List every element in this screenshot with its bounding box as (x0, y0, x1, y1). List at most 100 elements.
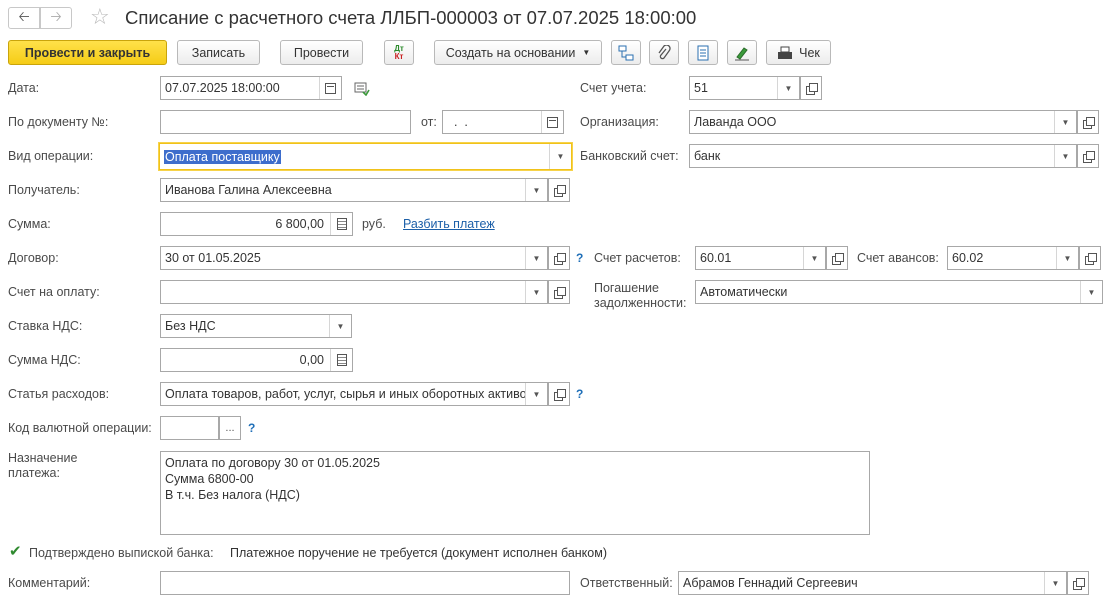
from-date-value: . . (447, 115, 468, 129)
open-icon (805, 82, 818, 95)
chevron-down-icon[interactable]: ▼ (1054, 145, 1076, 167)
operation-type-select[interactable]: Оплата поставщику ▼ (159, 143, 572, 170)
page-title: Списание с расчетного счета ЛЛБП-000003 … (125, 7, 697, 28)
repayment-value: Автоматически (700, 285, 788, 299)
back-button[interactable]: 🡠 (8, 7, 40, 29)
chevron-down-icon[interactable]: ▼ (549, 144, 571, 169)
help-icon[interactable]: ? (248, 421, 255, 435)
calculator-icon[interactable] (330, 213, 352, 235)
open-icon (553, 286, 566, 299)
fx-code-choose-button[interactable]: ... (219, 416, 241, 440)
chevron-down-icon[interactable]: ▼ (525, 179, 547, 201)
date-label: Дата: (8, 81, 40, 95)
vat-sum-label: Сумма НДС: (8, 353, 81, 367)
operation-label: Вид операции: (8, 149, 94, 163)
open-responsible-button[interactable] (1067, 571, 1089, 595)
vat-rate-select[interactable]: Без НДС ▼ (160, 314, 352, 338)
account-field[interactable]: 51 ▼ (689, 76, 800, 100)
advance-account-field[interactable]: 60.02 ▼ (947, 246, 1079, 270)
from-date-field[interactable]: . . (442, 110, 564, 134)
recipient-field[interactable]: Иванова Галина Алексеевна ▼ (160, 178, 548, 202)
settlement-account-field[interactable]: 60.01 ▼ (695, 246, 826, 270)
open-icon (553, 252, 566, 265)
split-payment-link[interactable]: Разбить платеж (403, 217, 495, 231)
open-contract-button[interactable] (548, 246, 570, 270)
document-list-icon (697, 45, 709, 60)
sum-value: 6 800,00 (275, 217, 324, 231)
cash-register-icon (778, 46, 793, 59)
chevron-down-icon[interactable]: ▼ (329, 315, 351, 337)
chevron-down-icon[interactable]: ▼ (1044, 572, 1066, 594)
chevron-down-icon[interactable]: ▼ (777, 77, 799, 99)
attach-button[interactable] (649, 40, 679, 65)
dt-kt-button[interactable]: Дт Кт (384, 40, 414, 65)
chevron-down-icon[interactable]: ▼ (803, 247, 825, 269)
open-organization-button[interactable] (1077, 110, 1099, 134)
open-bank-account-button[interactable] (1077, 144, 1099, 168)
calendar-icon[interactable] (541, 111, 563, 133)
recipient-value: Иванова Галина Алексеевна (165, 183, 332, 197)
sum-label: Сумма: (8, 217, 51, 231)
help-icon[interactable]: ? (576, 387, 583, 401)
calculator-icon[interactable] (330, 349, 352, 371)
docnum-field[interactable] (160, 110, 411, 134)
chevron-down-icon[interactable]: ▼ (1056, 247, 1078, 269)
edit-button[interactable] (727, 40, 757, 65)
structure-icon-button[interactable] (611, 40, 641, 65)
sum-field[interactable]: 6 800,00 (160, 212, 353, 236)
contract-label: Договор: (8, 251, 59, 265)
open-recipient-button[interactable] (548, 178, 570, 202)
responsible-field[interactable]: Абрамов Геннадий Сергеевич ▼ (678, 571, 1067, 595)
account-value: 51 (694, 81, 708, 95)
open-advance-button[interactable] (1079, 246, 1101, 270)
expense-item-field[interactable]: Оплата товаров, работ, услуг, сырья и ин… (160, 382, 548, 406)
vat-rate-label: Ставка НДС: (8, 319, 83, 333)
comment-field[interactable] (160, 571, 570, 595)
open-settlement-button[interactable] (826, 246, 848, 270)
forward-button[interactable]: 🡢 (40, 7, 72, 29)
confirmed-note: Платежное поручение не требуется (докуме… (230, 546, 607, 560)
chevron-down-icon[interactable]: ▼ (525, 383, 547, 405)
open-invoice-button[interactable] (548, 280, 570, 304)
purpose-line: Оплата по договору 30 от 01.05.2025 (165, 456, 380, 470)
open-icon (831, 252, 844, 265)
vat-sum-field[interactable]: 0,00 (160, 348, 353, 372)
pen-check-icon (735, 46, 749, 60)
post-and-close-button[interactable]: Провести и закрыть (8, 40, 167, 65)
post-button[interactable]: Провести (280, 40, 363, 65)
arrow-left-icon: 🡠 (18, 8, 30, 24)
invoice-label: Счет на оплату: (8, 285, 100, 299)
calendar-icon[interactable] (319, 77, 341, 99)
contract-field[interactable]: 30 от 01.05.2025 ▼ (160, 246, 548, 270)
favorite-star-icon[interactable]: ☆ (90, 4, 110, 30)
date-field[interactable]: 07.07.2025 18:00:00 (160, 76, 342, 100)
purpose-label: Назначение платежа: (8, 451, 78, 480)
invoice-field[interactable]: ▼ (160, 280, 548, 304)
help-icon[interactable]: ? (576, 251, 583, 265)
expense-item-value: Оплата товаров, работ, услуг, сырья и ин… (165, 387, 525, 401)
organization-field[interactable]: Лаванда ООО ▼ (689, 110, 1077, 134)
operation-type-value: Оплата поставщику (164, 149, 281, 164)
create-based-on-button[interactable]: Создать на основании ▼ (434, 40, 602, 65)
receipt-button[interactable]: Чек (766, 40, 831, 65)
bank-account-field[interactable]: банк ▼ (689, 144, 1077, 168)
chevron-down-icon[interactable]: ▼ (525, 281, 547, 303)
date-history-icon[interactable] (354, 82, 370, 96)
purpose-line: В т.ч. Без налога (НДС) (165, 488, 300, 502)
report-button[interactable] (688, 40, 718, 65)
chevron-down-icon[interactable]: ▼ (1080, 281, 1102, 303)
fx-code-field[interactable] (160, 416, 219, 440)
open-account-button[interactable] (800, 76, 822, 100)
confirmed-checkbox[interactable]: ✔ (9, 544, 23, 559)
open-icon (1072, 577, 1085, 590)
chevron-down-icon: ▼ (582, 48, 591, 57)
from-label: от: (421, 115, 437, 129)
save-button[interactable]: Записать (177, 40, 260, 65)
repayment-select[interactable]: Автоматически ▼ (695, 280, 1103, 304)
chevron-down-icon[interactable]: ▼ (1054, 111, 1076, 133)
open-expense-button[interactable] (548, 382, 570, 406)
payment-purpose-textarea[interactable]: Оплата по договору 30 от 01.05.2025 Сумм… (160, 451, 870, 535)
settlement-account-label: Счет расчетов: (594, 251, 681, 265)
contract-value: 30 от 01.05.2025 (165, 251, 261, 265)
chevron-down-icon[interactable]: ▼ (525, 247, 547, 269)
